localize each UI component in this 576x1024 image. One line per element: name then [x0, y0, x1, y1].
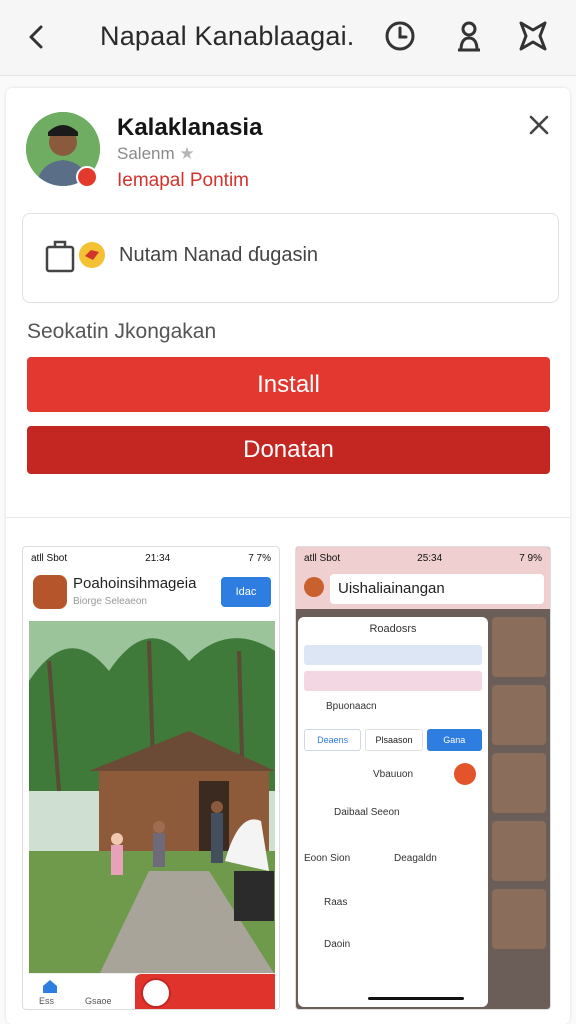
action-circle-icon: [454, 763, 476, 785]
thumbnail: [492, 685, 546, 745]
panel-row: Daoin: [324, 939, 351, 950]
home-icon: [43, 980, 57, 993]
status-battery: 7 7%: [248, 552, 271, 564]
info-box[interactable]: Nutam Nanad ɗugasin: [22, 213, 559, 303]
status-bar: atll Sbot 21:34 7 7%: [23, 547, 279, 569]
chip: Plsaason: [365, 729, 423, 751]
install-button[interactable]: Install: [27, 357, 550, 412]
chip: Deaens: [304, 729, 362, 751]
status-time: 25:34: [417, 552, 443, 564]
panel-row: Deagaldn: [394, 853, 437, 864]
status-signal: atll Sbot: [304, 552, 341, 564]
preview-panel: Roadosrs Bpuonaacn Deaens Plsaason Gana …: [298, 617, 488, 1007]
profile-link[interactable]: Iemapal Pontim: [117, 170, 249, 192]
chip: Gana: [426, 729, 482, 751]
clock-icon[interactable]: [383, 18, 417, 54]
chip-row: Deaens Plsaason Gana: [304, 729, 482, 751]
page-title: Napaal Kanablaagai.: [100, 21, 355, 51]
preview-thumbnails: [492, 617, 550, 1007]
close-icon[interactable]: [526, 112, 552, 138]
star-icon: ★: [179, 144, 195, 163]
home-indicator: [368, 997, 464, 1000]
preview-search-bar: Uishaliainangan: [296, 569, 550, 609]
village-photo: [29, 621, 275, 975]
thumbnail: [492, 753, 546, 813]
profile-name: Kalaklanasia: [117, 114, 263, 141]
bookmark-icon[interactable]: [516, 18, 550, 54]
back-arrow-icon[interactable]: [22, 20, 50, 54]
flag-badge-icon: [79, 242, 105, 268]
thumbnail: [492, 889, 546, 949]
panel-tabs: [304, 671, 482, 691]
panel-row: Raas: [324, 897, 348, 908]
nav-label-games: Gsaoe: [85, 996, 112, 1006]
info-text: Nutam Nanad ɗugasin: [119, 244, 319, 266]
preview-header: Poahoinsihmageia Biorge Seleaeon Idac: [23, 569, 279, 619]
thumbnail: [492, 617, 546, 677]
play-badge-icon: [76, 166, 98, 188]
flower-icon: [304, 577, 324, 597]
status-signal: atll Sbot: [31, 552, 68, 564]
status-battery: 7 9%: [519, 552, 542, 564]
panel-row: Daibaal Seeon: [334, 807, 400, 818]
preview-bottom-nav: Ess Gsaoe: [29, 973, 275, 1009]
panel-header: Roadosrs: [369, 623, 417, 635]
briefcase-icon: [45, 240, 75, 273]
app-logo-icon: [33, 575, 67, 609]
person-icon[interactable]: [452, 18, 486, 54]
screenshot-preview-2[interactable]: atll Sbot 25:34 7 9% Uishaliainangan Roa…: [295, 546, 551, 1010]
status-bar: atll Sbot 25:34 7 9%: [296, 547, 550, 569]
thumbnail: [492, 821, 546, 881]
preview-search-text: Uishaliainangan: [330, 574, 544, 604]
app-header: Napaal Kanablaagai.: [0, 0, 576, 76]
nav-active-tab: [135, 974, 275, 1009]
section-title: Seokatin Jkongakan: [27, 320, 217, 343]
nav-label-home: Ess: [39, 996, 55, 1006]
divider: [6, 517, 570, 518]
preview-subtitle: Biorge Seleaeon: [73, 596, 147, 607]
preview-action-button: Idac: [221, 577, 271, 607]
globe-icon: [141, 978, 171, 1008]
panel-toolbar: [304, 645, 482, 665]
preview-title: Poahoinsihmageia: [73, 575, 197, 592]
panel-row: Bpuonaacn: [326, 701, 377, 712]
profile-subtitle: Salenm ★: [117, 144, 195, 163]
screenshot-preview-1[interactable]: atll Sbot 21:34 7 7% Poahoinsihmageia Bi…: [22, 546, 280, 1010]
status-time: 21:34: [145, 552, 171, 564]
donate-button[interactable]: Donatan: [27, 426, 550, 474]
